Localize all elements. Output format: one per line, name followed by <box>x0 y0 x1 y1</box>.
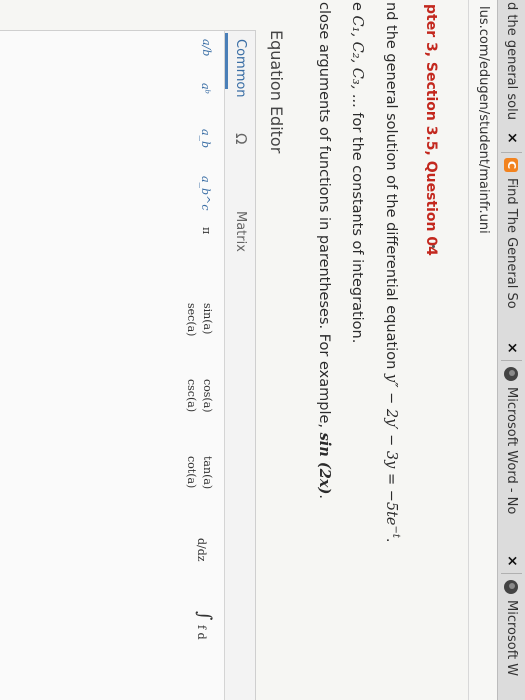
tab-title: Find The General So <box>504 178 519 309</box>
cot-button[interactable]: cot(a) <box>185 456 198 488</box>
tab-divider <box>501 152 522 153</box>
pi-button[interactable]: π <box>200 227 213 234</box>
equation-editor-panel: Common Ω Matrix a/b aᵇ a_b a_b^c π sin(a… <box>0 30 256 700</box>
tab-find-general[interactable]: C Find The General So × <box>498 158 525 358</box>
integral-icon[interactable]: ∫ <box>194 611 215 620</box>
tab-omega[interactable]: Ω <box>232 133 250 144</box>
question-text: close arguments of functions in parenthe… <box>316 2 332 433</box>
url-text: lus.com/edugen/student/mainfr.uni <box>476 6 491 234</box>
tab-strip: d the general solu × C Find The General … <box>497 0 525 700</box>
question-line-1: nd the general solution of the different… <box>383 2 401 543</box>
tab-title: Microsoft W <box>504 600 519 677</box>
question-line-3: close arguments of functions in parenthe… <box>316 2 333 499</box>
chegg-icon: C <box>504 158 519 172</box>
address-bar[interactable]: lus.com/edugen/student/mainfr.uni <box>468 0 497 700</box>
derivative-button[interactable]: d/dz <box>195 538 208 562</box>
close-icon[interactable]: × <box>504 132 520 144</box>
close-icon[interactable]: × <box>504 342 520 354</box>
question-title: pter 3, Section 3.5, Question 04 <box>423 4 439 256</box>
equation-editor-tabs: Common Ω Matrix <box>224 31 255 700</box>
equation-exponent: −t <box>390 525 401 538</box>
tab-microsoft-w[interactable]: Microsoft W <box>498 580 525 700</box>
page-content: pter 3, Section 3.5, Question 04 nd the … <box>0 0 468 700</box>
tab-title: Microsoft Word - No <box>504 387 519 515</box>
subsup-button[interactable]: a_b^c <box>199 176 212 210</box>
question-text: for the constants of integration. <box>349 107 365 344</box>
sin-button[interactable]: sin(a) <box>201 303 214 334</box>
subscript-button[interactable]: a_b <box>199 129 212 148</box>
csc-button[interactable]: csc(a) <box>185 379 198 412</box>
tab-divider <box>501 573 522 574</box>
sec-button[interactable]: sec(a) <box>185 303 198 336</box>
equation: y″ − 2y′ − 3y = −5te <box>383 373 400 526</box>
question-period: . <box>383 537 400 543</box>
question-period: . <box>316 494 332 499</box>
close-icon[interactable]: × <box>504 555 520 567</box>
fraction-button[interactable]: a/b <box>200 39 213 56</box>
equation-editor-title: Equation Editor <box>267 30 286 154</box>
question-line-2: e C₁, C₂, C₃, ... for the constants of i… <box>349 2 365 343</box>
equation-editor: Equation Editor Common Ω Matrix a/b aᵇ a… <box>0 30 286 700</box>
question-text: e <box>349 2 365 16</box>
tab-general-solution[interactable]: d the general solu × <box>498 0 525 152</box>
constants-list: C₁, C₂, C₃, ... <box>349 15 365 108</box>
tan-button[interactable]: tan(a) <box>201 456 214 489</box>
globe-icon <box>504 367 519 381</box>
tab-common[interactable]: Common <box>233 39 248 98</box>
cos-button[interactable]: cos(a) <box>201 379 214 413</box>
browser-window: d the general solu × C Find The General … <box>0 0 525 700</box>
active-tab-indicator <box>225 33 228 89</box>
tab-matrix[interactable]: Matrix <box>233 211 248 252</box>
tab-divider <box>501 360 522 361</box>
globe-icon <box>504 580 519 594</box>
question-text: nd the general solution of the different… <box>383 2 400 374</box>
cursor-mark <box>432 245 435 248</box>
integral-label: f d <box>195 625 208 640</box>
example-math: sin (2x) <box>316 432 333 495</box>
power-button[interactable]: aᵇ <box>199 83 212 94</box>
tab-microsoft-word[interactable]: Microsoft Word - No × <box>498 367 525 571</box>
tab-title: d the general solu <box>504 2 519 120</box>
